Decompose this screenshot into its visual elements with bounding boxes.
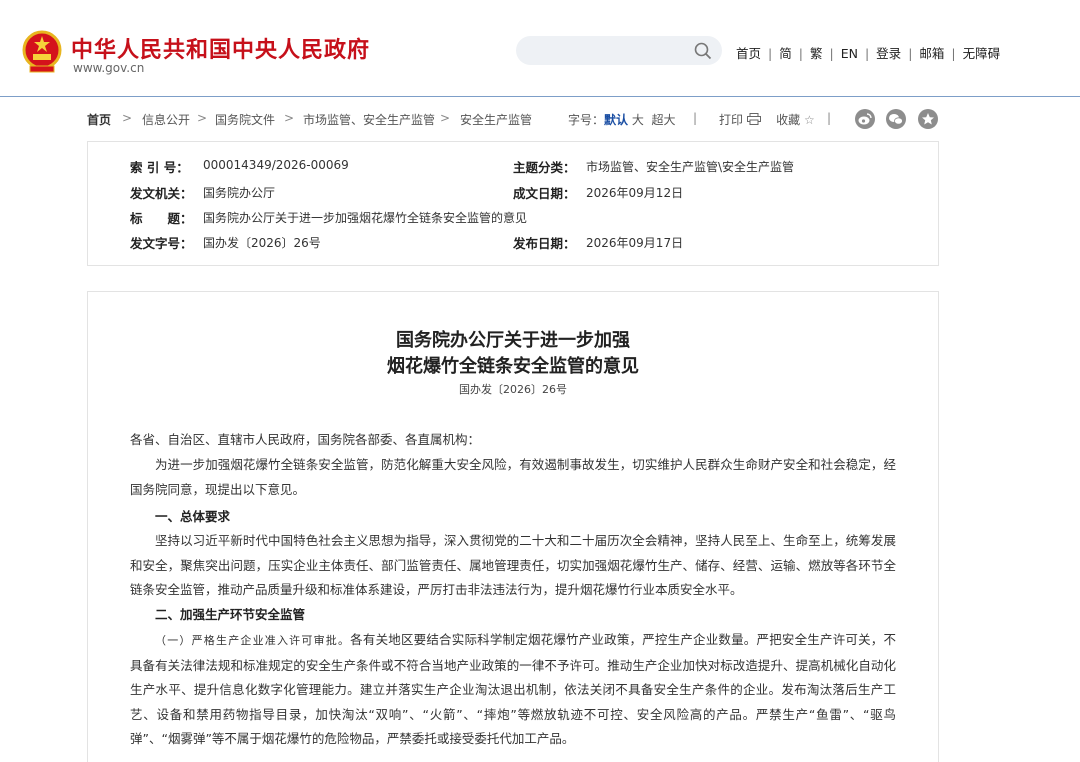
search-icon[interactable] bbox=[694, 42, 712, 60]
nav-separator: | bbox=[908, 46, 913, 61]
document-number: 国办发〔2026〕26号 bbox=[459, 383, 567, 396]
article-body: 国务院办公厅关于进一步加强 烟花爆竹全链条安全监管的意见 国办发〔2026〕26… bbox=[87, 291, 939, 762]
section-heading-1: 一、总体要求 bbox=[155, 509, 231, 524]
greeting: 各省、自治区、直辖市人民政府，国务院各部委、各直属机构： bbox=[130, 432, 481, 447]
section-heading-2: 二、加强生产环节安全监管 bbox=[155, 607, 306, 622]
nav-home[interactable]: 首页 bbox=[736, 46, 761, 61]
page-tools: 打印 收藏 ☆ bbox=[719, 111, 815, 128]
item-1-lead: （一）严格生产企业准入许可审批。 bbox=[155, 634, 351, 647]
meta-index-value: 000014349/2026-00069 bbox=[203, 158, 349, 172]
breadcrumb-market[interactable]: 市场监管、安全生产监管 bbox=[303, 111, 435, 128]
font-size-large[interactable]: 大 bbox=[632, 113, 644, 127]
national-emblem-icon[interactable] bbox=[22, 30, 62, 74]
meta-written-label: 成文日期： bbox=[513, 186, 576, 201]
nav-traditional[interactable]: 繁 bbox=[810, 46, 823, 61]
nav-separator: | bbox=[829, 46, 834, 61]
meta-publish-label: 发布日期： bbox=[513, 236, 576, 251]
search-box[interactable] bbox=[516, 36, 722, 67]
meta-docno-label: 发文字号： bbox=[130, 236, 193, 251]
top-nav: 首页 | 简 | 繁 | EN | 登录 | 邮箱 | 无障碍 bbox=[736, 43, 1000, 62]
font-size-label: 字号： bbox=[568, 113, 605, 127]
intro-paragraph: 为进一步加强烟花爆竹全链条安全监管，防范化解重大安全风险，有效遏制事故发生，切实… bbox=[130, 457, 896, 497]
favorite-label: 收藏 bbox=[776, 113, 801, 127]
breadcrumb-safety[interactable]: 安全生产监管 bbox=[460, 111, 532, 128]
nav-simplified[interactable]: 简 bbox=[779, 46, 792, 61]
print-button[interactable]: 打印 bbox=[719, 113, 761, 127]
chevron-right-icon: > bbox=[440, 111, 451, 125]
meta-written-value: 2026年09月12日 bbox=[586, 186, 684, 200]
breadcrumb: 首页 > 信息公开 > 国务院文件 > 市场监管、安全生产监管 > 安全生产监管… bbox=[87, 108, 939, 130]
nav-login[interactable]: 登录 bbox=[876, 46, 901, 61]
document-title-line1: 国务院办公厅关于进一步加强 bbox=[396, 330, 630, 351]
search-input[interactable] bbox=[516, 36, 702, 67]
font-size-xlarge[interactable]: 超大 bbox=[652, 113, 676, 127]
meta-docno-value: 国办发〔2026〕26号 bbox=[203, 236, 321, 250]
site-title[interactable]: 中华人民共和国中央人民政府 bbox=[71, 32, 370, 64]
nav-separator: | bbox=[768, 46, 773, 61]
site-header: 中华人民共和国中央人民政府 www.gov.cn 首页 | 简 | 繁 | EN | 登录 | 邮箱… bbox=[0, 0, 1080, 97]
nav-separator: | bbox=[864, 46, 870, 61]
breadcrumb-home[interactable]: 首页 bbox=[87, 111, 111, 128]
nav-english[interactable]: EN bbox=[841, 46, 858, 61]
meta-issuer-value: 国务院办公厅 bbox=[203, 186, 276, 200]
nav-accessibility[interactable]: 无障碍 bbox=[963, 46, 1001, 61]
meta-index-label: 索 引 号： bbox=[130, 160, 189, 175]
divider: | bbox=[693, 111, 698, 125]
printer-icon bbox=[746, 113, 761, 125]
chevron-right-icon: > bbox=[122, 111, 133, 125]
wechat-share-icon[interactable] bbox=[886, 109, 906, 129]
meta-publish-value: 2026年09月17日 bbox=[586, 236, 684, 250]
nav-separator: | bbox=[951, 46, 956, 61]
meta-title-value: 国务院办公厅关于进一步加强烟花爆竹全链条安全监管的意见 bbox=[203, 211, 528, 225]
favorite-share-icon[interactable] bbox=[918, 109, 938, 129]
document-meta-table: 索 引 号： 000014349/2026-00069 主题分类： 市场监管、安… bbox=[87, 141, 939, 266]
weibo-share-icon[interactable] bbox=[855, 109, 875, 129]
meta-category-value: 市场监管、安全生产监管\安全生产监管 bbox=[586, 160, 795, 174]
nav-separator: | bbox=[798, 46, 803, 61]
section-2-item-1: （一）严格生产企业准入许可审批。各有关地区要结合实际科学制定烟花爆竹产业政策，严… bbox=[130, 628, 896, 752]
chevron-right-icon: > bbox=[284, 111, 295, 125]
breadcrumb-state-docs[interactable]: 国务院文件 bbox=[215, 111, 275, 128]
font-size-default[interactable]: 默认 bbox=[604, 113, 628, 127]
favorite-button[interactable]: 收藏 ☆ bbox=[776, 113, 815, 127]
document-title-line2: 烟花爆竹全链条安全监管的意见 bbox=[387, 356, 639, 377]
meta-category-label: 主题分类： bbox=[513, 160, 576, 175]
star-icon: ☆ bbox=[803, 113, 815, 127]
item-1-text: 各有关地区要结合实际科学制定烟花爆竹产业政策，严控生产企业数量。严把安全生产许可… bbox=[130, 632, 896, 747]
breadcrumb-info[interactable]: 信息公开 bbox=[142, 111, 190, 128]
nav-mail[interactable]: 邮箱 bbox=[919, 46, 944, 61]
font-size-control: 字号：默认 大 超大 bbox=[568, 111, 676, 128]
section-1-paragraph: 坚持以习近平新时代中国特色社会主义思想为指导，深入贯彻党的二十大和二十届历次全会… bbox=[130, 533, 896, 598]
divider: | bbox=[827, 111, 832, 125]
chevron-right-icon: > bbox=[197, 111, 208, 125]
meta-issuer-label: 发文机关： bbox=[130, 186, 193, 201]
meta-title-label: 标 题： bbox=[130, 211, 193, 226]
site-url: www.gov.cn bbox=[73, 61, 145, 75]
print-label: 打印 bbox=[719, 113, 744, 127]
